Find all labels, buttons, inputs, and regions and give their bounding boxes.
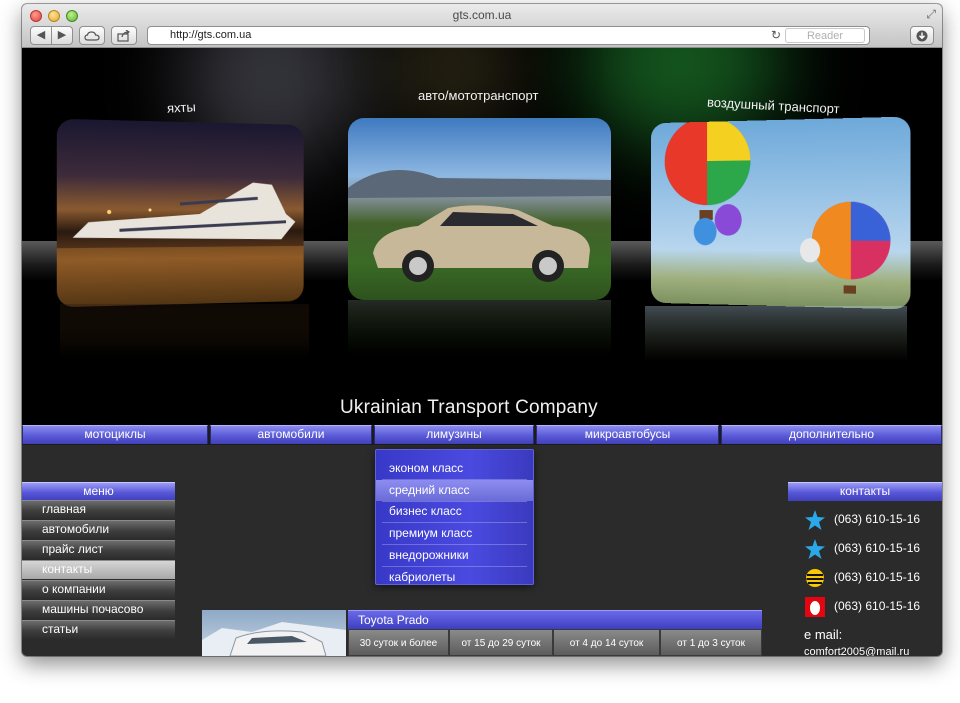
address-bar[interactable]: http://gts.com.ua ↻ Reader — [147, 26, 870, 45]
price-column-4to14: от 4 до 14 суток — [553, 629, 660, 656]
icloud-tabs-button[interactable] — [79, 26, 105, 45]
reload-icon[interactable]: ↻ — [771, 28, 781, 42]
nav-limousines[interactable]: лимузины — [374, 425, 534, 444]
menu-item-pricelist[interactable]: прайс лист — [22, 540, 175, 559]
email-link[interactable]: comfort2005@mail.ru — [804, 646, 909, 656]
email-label: e mail: — [804, 627, 843, 642]
menu-item-hourly[interactable]: машины почасово — [22, 600, 175, 619]
menu-item-articles[interactable]: статьи — [22, 620, 175, 639]
balloon-card[interactable] — [650, 116, 911, 310]
menu-item-cars[interactable]: автомобили — [22, 520, 175, 539]
phone-number: (063) 610-15-16 — [834, 512, 921, 526]
reader-button[interactable]: Reader — [785, 28, 865, 43]
beeline-icon — [806, 569, 824, 587]
contacts-title: контакты — [788, 482, 942, 501]
fullscreen-icon[interactable]: ⤢ — [926, 7, 936, 22]
balloon-image — [664, 116, 891, 294]
browser-toolbar: gts.com.ua ⤢ ◀ ▶ http://gts.com.ua ↻ Rea… — [22, 4, 942, 48]
dropdown-item-economy[interactable]: эконом класс — [376, 458, 533, 479]
dropdown-item-middle[interactable]: средний класс — [376, 480, 533, 501]
product-title: Toyota Prado — [348, 610, 762, 629]
forward-button[interactable]: ▶ — [51, 26, 73, 45]
mts-egg-icon — [805, 597, 825, 617]
company-slogan: Ukrainian Transport Company — [340, 397, 598, 418]
url-text: http://gts.com.ua — [170, 29, 252, 41]
browser-window: gts.com.ua ⤢ ◀ ▶ http://gts.com.ua ↻ Rea… — [22, 4, 942, 656]
top-navigation: мотоциклы автомобили лимузины микроавтоб… — [22, 425, 942, 445]
nav-minibuses[interactable]: микроавтобусы — [536, 425, 719, 444]
nav-cars[interactable]: автомобили — [210, 425, 372, 444]
left-menu-title: меню — [22, 482, 175, 501]
nav-motorcycles[interactable]: мотоциклы — [22, 425, 208, 444]
kyivstar-star-icon — [805, 510, 825, 530]
share-icon — [117, 29, 131, 42]
kyivstar-star-icon — [805, 539, 825, 559]
back-button[interactable]: ◀ — [30, 26, 52, 45]
window-title: gts.com.ua — [452, 8, 512, 22]
balloon-reflection — [645, 306, 907, 386]
menu-item-about[interactable]: о компании — [22, 580, 175, 599]
dropdown-item-premium[interactable]: премиум класс — [376, 523, 533, 544]
downloads-button[interactable] — [910, 26, 934, 45]
card-label-cars: авто/мототранспорт — [418, 88, 539, 103]
nav-extra[interactable]: дополнительно — [721, 425, 942, 444]
limousines-dropdown: эконом класс средний класс бизнес класс … — [375, 449, 534, 585]
cloud-icon — [84, 31, 100, 41]
dropdown-item-business[interactable]: бизнес класс — [376, 501, 533, 522]
dropdown-item-suv[interactable]: внедорожники — [376, 545, 533, 566]
car-reflection — [348, 300, 611, 380]
download-icon — [916, 30, 928, 42]
menu-item-contacts[interactable]: контакты — [22, 560, 175, 579]
phone-number: (063) 610-15-16 — [834, 599, 921, 613]
car-card[interactable] — [348, 118, 611, 300]
dropdown-item-cabriolet[interactable]: кабриолеты — [376, 567, 533, 588]
price-column-30plus: 30 суток и более — [348, 629, 449, 656]
price-column-15to29: от 15 до 29 суток — [449, 629, 553, 656]
product-image[interactable] — [202, 610, 346, 656]
suv-image — [202, 622, 346, 656]
yacht-card[interactable] — [56, 118, 304, 308]
card-label-yachts: яхты — [166, 99, 197, 116]
share-button[interactable] — [111, 26, 137, 45]
phone-number: (063) 610-15-16 — [834, 541, 921, 555]
car-image — [348, 170, 611, 282]
menu-item-home[interactable]: главная — [22, 500, 175, 519]
phone-number: (063) 610-15-16 — [834, 570, 921, 584]
hero-banner: яхты авто/мототранспорт воздушный трансп… — [22, 48, 942, 426]
price-column-1to3: от 1 до 3 суток — [660, 629, 762, 656]
yacht-reflection — [60, 304, 309, 384]
yacht-image — [56, 181, 304, 308]
